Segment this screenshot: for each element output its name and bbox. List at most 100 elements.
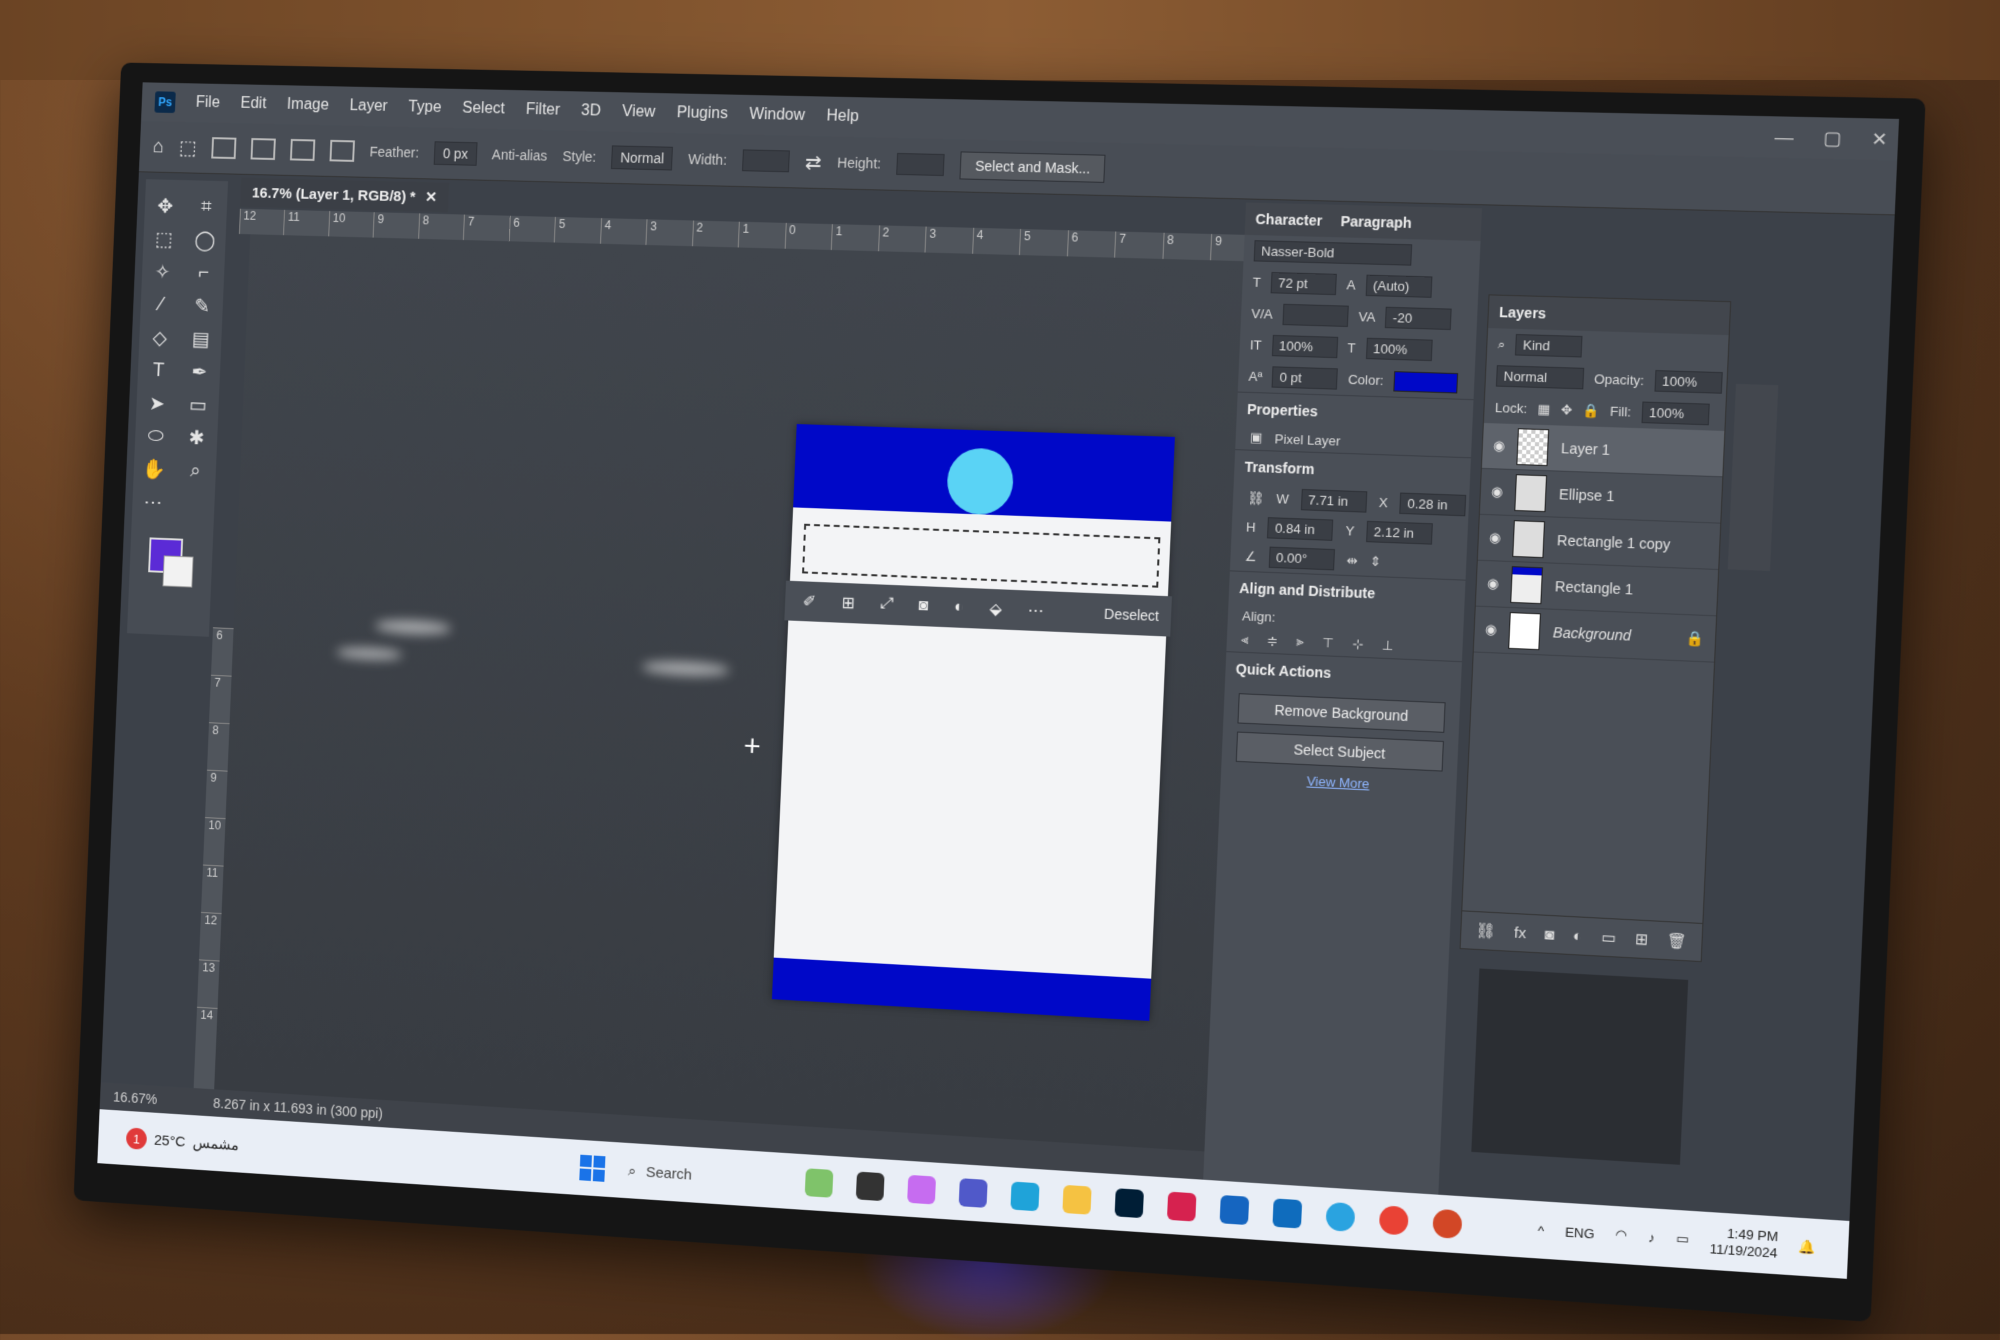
path-select-icon[interactable]: ➤ xyxy=(149,391,166,416)
eye-icon[interactable]: ◉ xyxy=(1493,438,1505,455)
eye-icon[interactable]: ◉ xyxy=(1489,529,1501,546)
task-view-icon[interactable] xyxy=(855,1171,885,1202)
transform-height[interactable]: 0.84 in xyxy=(1267,517,1334,541)
pen-tool-icon[interactable]: ✒ xyxy=(191,359,208,384)
background-color-swatch[interactable] xyxy=(162,555,194,588)
zoom-tool-icon[interactable]: ⌕ xyxy=(190,459,201,482)
layer-filter-kind[interactable]: Kind xyxy=(1515,334,1583,358)
layer-name[interactable]: Rectangle 1 xyxy=(1555,578,1634,597)
remove-background-button[interactable]: Remove Background xyxy=(1237,693,1446,733)
eye-icon[interactable]: ◉ xyxy=(1491,484,1503,501)
baseline-shift-input[interactable]: 0 pt xyxy=(1272,366,1339,390)
menu-plugins[interactable]: Plugins xyxy=(676,104,728,123)
hand-tool-icon[interactable]: ✋ xyxy=(142,456,166,481)
generative-fill-icon[interactable]: ✐ xyxy=(802,591,816,611)
menu-filter[interactable]: Filter xyxy=(525,101,561,119)
store-icon[interactable] xyxy=(1219,1194,1250,1226)
marquee-selection[interactable] xyxy=(802,523,1161,588)
tab-close-icon[interactable]: ✕ xyxy=(425,188,438,206)
align-middle-icon[interactable]: ⊹ xyxy=(1352,636,1364,653)
custom-shape-icon[interactable]: ✱ xyxy=(188,425,205,450)
layer-name[interactable]: Background xyxy=(1553,624,1632,644)
adjustment-layer-icon[interactable]: ◐ xyxy=(1573,927,1583,945)
font-size-input[interactable]: 72 pt xyxy=(1270,272,1337,296)
blend-mode-select[interactable]: Normal xyxy=(1495,365,1585,390)
more-options-icon[interactable]: ⋯ xyxy=(1027,601,1044,622)
clock[interactable]: 1:49 PM 11/19/2024 xyxy=(1709,1224,1778,1261)
menu-help[interactable]: Help xyxy=(826,108,859,127)
marquee-preset-icon[interactable]: ⬚ xyxy=(179,135,198,160)
magic-wand-icon[interactable]: ✧ xyxy=(154,259,171,284)
telegram-icon[interactable] xyxy=(1325,1201,1356,1233)
add-mask-icon[interactable]: ◙ xyxy=(1544,925,1554,943)
menu-select[interactable]: Select xyxy=(462,100,505,119)
lock-position-icon[interactable]: ✥ xyxy=(1560,401,1573,418)
align-top-icon[interactable]: ⊤ xyxy=(1322,635,1334,652)
link-icon[interactable]: ⛓ xyxy=(1247,490,1264,507)
add-selection-icon[interactable] xyxy=(250,138,276,161)
menu-view[interactable]: View xyxy=(622,103,656,121)
intersect-selection-icon[interactable] xyxy=(329,139,355,162)
fill-icon[interactable]: ⬙ xyxy=(989,599,1002,620)
select-subject-icon[interactable]: ⊞ xyxy=(841,593,855,613)
indesign-icon[interactable] xyxy=(1166,1191,1197,1222)
edge-icon[interactable] xyxy=(1010,1181,1040,1212)
ellipse-tool-icon[interactable]: ⬭ xyxy=(147,425,164,448)
transform-y[interactable]: 2.12 in xyxy=(1366,520,1433,545)
leading-input[interactable]: (Auto) xyxy=(1365,274,1433,298)
photoshop-logo-icon[interactable]: Ps xyxy=(154,91,176,114)
tab-character[interactable]: Character xyxy=(1255,211,1322,229)
style-select[interactable]: Normal xyxy=(611,145,674,171)
tracking-input[interactable]: -20 xyxy=(1385,306,1453,331)
photoshop-icon[interactable] xyxy=(1114,1188,1144,1219)
align-right-icon[interactable]: ⫸ xyxy=(1296,634,1304,651)
kerning-input[interactable] xyxy=(1282,303,1349,327)
crop-tool-icon[interactable]: ⌐ xyxy=(198,261,210,284)
battery-icon[interactable]: ▭ xyxy=(1676,1231,1690,1248)
text-color-swatch[interactable] xyxy=(1393,370,1459,394)
gradient-tool-icon[interactable]: ▤ xyxy=(192,326,211,351)
move-tool-icon[interactable]: ✥ xyxy=(157,194,174,219)
opacity-input[interactable]: 100% xyxy=(1654,370,1723,394)
transform-width[interactable]: 7.71 in xyxy=(1300,488,1368,513)
swap-icon[interactable]: ⇄ xyxy=(805,149,823,174)
input-language[interactable]: ENG xyxy=(1565,1224,1595,1241)
view-more-link[interactable]: View More xyxy=(1221,769,1457,795)
copilot-icon[interactable] xyxy=(907,1174,937,1205)
zoom-level[interactable]: 16.67% xyxy=(113,1089,158,1107)
chevron-up-icon[interactable]: ^ xyxy=(1537,1222,1544,1238)
menu-file[interactable]: File xyxy=(195,94,221,112)
rectangle-tool-icon[interactable]: ▭ xyxy=(189,392,208,417)
document-canvas[interactable]: ✐ ⊞ ⤢ ◙ ◐ ⬙ ⋯ Deselect xyxy=(771,424,1175,1021)
minimize-icon[interactable]: — xyxy=(1774,126,1794,148)
align-left-icon[interactable]: ⫷ xyxy=(1241,632,1249,648)
home-icon[interactable]: ⌂ xyxy=(153,135,165,158)
menu-layer[interactable]: Layer xyxy=(349,97,388,115)
eyedropper-icon[interactable]: ⁄ xyxy=(159,293,163,315)
antialias-checkbox[interactable]: Anti-alias xyxy=(492,147,548,164)
marquee-tool-icon[interactable]: ⬚ xyxy=(155,226,174,251)
artboard-tool-icon[interactable]: ⌗ xyxy=(201,196,212,219)
horizontal-scale-input[interactable]: 100% xyxy=(1365,337,1433,362)
menu-window[interactable]: Window xyxy=(749,106,805,125)
document-tab[interactable]: 16.7% (Layer 1, RGB/8) * ✕ xyxy=(240,177,450,213)
feather-input[interactable]: 0 px xyxy=(433,141,478,166)
volume-icon[interactable]: ♪ xyxy=(1648,1229,1656,1245)
link-layers-icon[interactable]: ⛓ xyxy=(1475,921,1496,940)
file-explorer-icon[interactable] xyxy=(1062,1184,1092,1215)
wifi-icon[interactable]: ◠ xyxy=(1615,1227,1628,1244)
menu-3d[interactable]: 3D xyxy=(581,102,601,120)
lock-pixels-icon[interactable]: ▦ xyxy=(1537,401,1550,418)
menu-image[interactable]: Image xyxy=(287,96,330,114)
layer-item[interactable]: ◉ Background 🔒 xyxy=(1473,606,1717,663)
new-group-icon[interactable]: ▭ xyxy=(1601,928,1617,947)
layer-item[interactable]: ◉ Layer 1 xyxy=(1481,422,1725,478)
eye-icon[interactable]: ◉ xyxy=(1485,621,1497,638)
deselect-button[interactable]: Deselect xyxy=(1104,606,1160,624)
mask-icon[interactable]: ◙ xyxy=(918,597,928,615)
lasso-tool-icon[interactable]: ◯ xyxy=(194,227,216,252)
eraser-tool-icon[interactable]: ◇ xyxy=(152,325,167,350)
layer-name[interactable]: Layer 1 xyxy=(1561,440,1610,458)
windows-start-icon[interactable] xyxy=(579,1154,606,1182)
menu-edit[interactable]: Edit xyxy=(240,95,267,113)
